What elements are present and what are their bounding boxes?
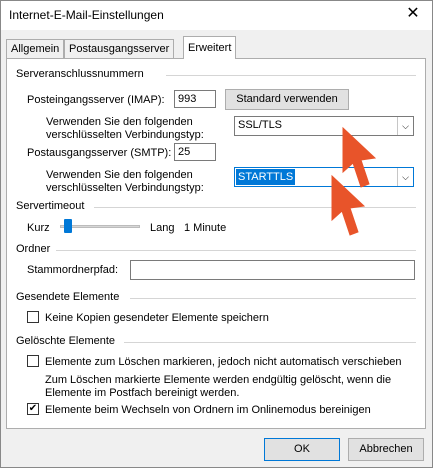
cancel-button[interactable]: Abbrechen [348, 438, 424, 461]
root-folder-input[interactable] [130, 260, 415, 280]
chevron-down-icon[interactable]: ⌵ [397, 168, 413, 186]
tab-erweitert[interactable]: Erweitert [183, 36, 237, 59]
section-title-sent: Gesendete Elemente [16, 291, 120, 303]
annotation-arrow-icon [331, 174, 366, 236]
deletion-description-line2: Elemente im Postfach bereinigt werden. [45, 387, 240, 399]
section-divider [124, 342, 416, 343]
timeout-slider-thumb[interactable] [64, 219, 72, 233]
outgoing-encryption-value: STARTTLS [236, 169, 296, 185]
incoming-encryption-select[interactable]: SSL/TLS ⌵ [234, 116, 414, 136]
deletion-description-line1: Zum Löschen markierte Elemente werden en… [45, 374, 392, 386]
mark-for-deletion-checkbox[interactable] [27, 355, 39, 367]
no-copies-checkbox[interactable] [27, 311, 39, 323]
incoming-encryption-value: SSL/TLS [238, 119, 283, 131]
chevron-down-icon[interactable]: ⌵ [397, 117, 413, 135]
no-copies-label[interactable]: Keine Kopien gesendeter Elemente speiche… [45, 312, 269, 324]
outgoing-encryption-label-line2: verschlüsselten Verbindungstyp: [46, 182, 204, 194]
root-folder-label: Stammordnerpfad: [27, 264, 119, 276]
section-title-folders: Ordner [16, 243, 51, 255]
window-title: Internet-E-Mail-Einstellungen [9, 8, 164, 22]
section-title-timeout: Servertimeout [16, 200, 85, 212]
tab-allgemein[interactable]: Allgemein [6, 39, 65, 58]
purge-on-switch-checkbox[interactable]: ✔ [27, 403, 39, 415]
outgoing-port-input[interactable]: 25 [174, 143, 216, 161]
timeout-value: 1 Minute [184, 222, 227, 234]
section-divider [166, 75, 416, 76]
close-icon[interactable]: ✕ [401, 3, 425, 25]
section-divider [130, 298, 416, 299]
incoming-port-input[interactable]: 993 [174, 90, 216, 108]
section-divider [56, 250, 416, 251]
incoming-port-label: Posteingangsserver (IMAP): [27, 94, 165, 106]
purge-on-switch-label[interactable]: Elemente beim Wechseln von Ordnern im On… [45, 404, 371, 416]
outgoing-port-label: Postausgangsserver (SMTP): [27, 147, 172, 159]
outgoing-encryption-label-line1: Verwenden Sie den folgenden [46, 169, 193, 181]
timeout-short-label: Kurz [27, 222, 50, 234]
timeout-long-label: Lang [150, 222, 175, 234]
section-title-deleted: Gelöschte Elemente [16, 335, 116, 347]
tab-postausgangsserver[interactable]: Postausgangsserver [64, 39, 175, 58]
use-default-button[interactable]: Standard verwenden [225, 89, 349, 110]
mark-for-deletion-label[interactable]: Elemente zum Löschen markieren, jedoch n… [45, 356, 401, 368]
incoming-encryption-label-line1: Verwenden Sie den folgenden [46, 116, 193, 128]
ok-button[interactable]: OK [264, 438, 340, 461]
timeout-slider-track[interactable] [60, 225, 140, 228]
section-title-ports: Serveranschlussnummern [16, 68, 144, 80]
incoming-encryption-label-line2: verschlüsselten Verbindungstyp: [46, 129, 204, 141]
